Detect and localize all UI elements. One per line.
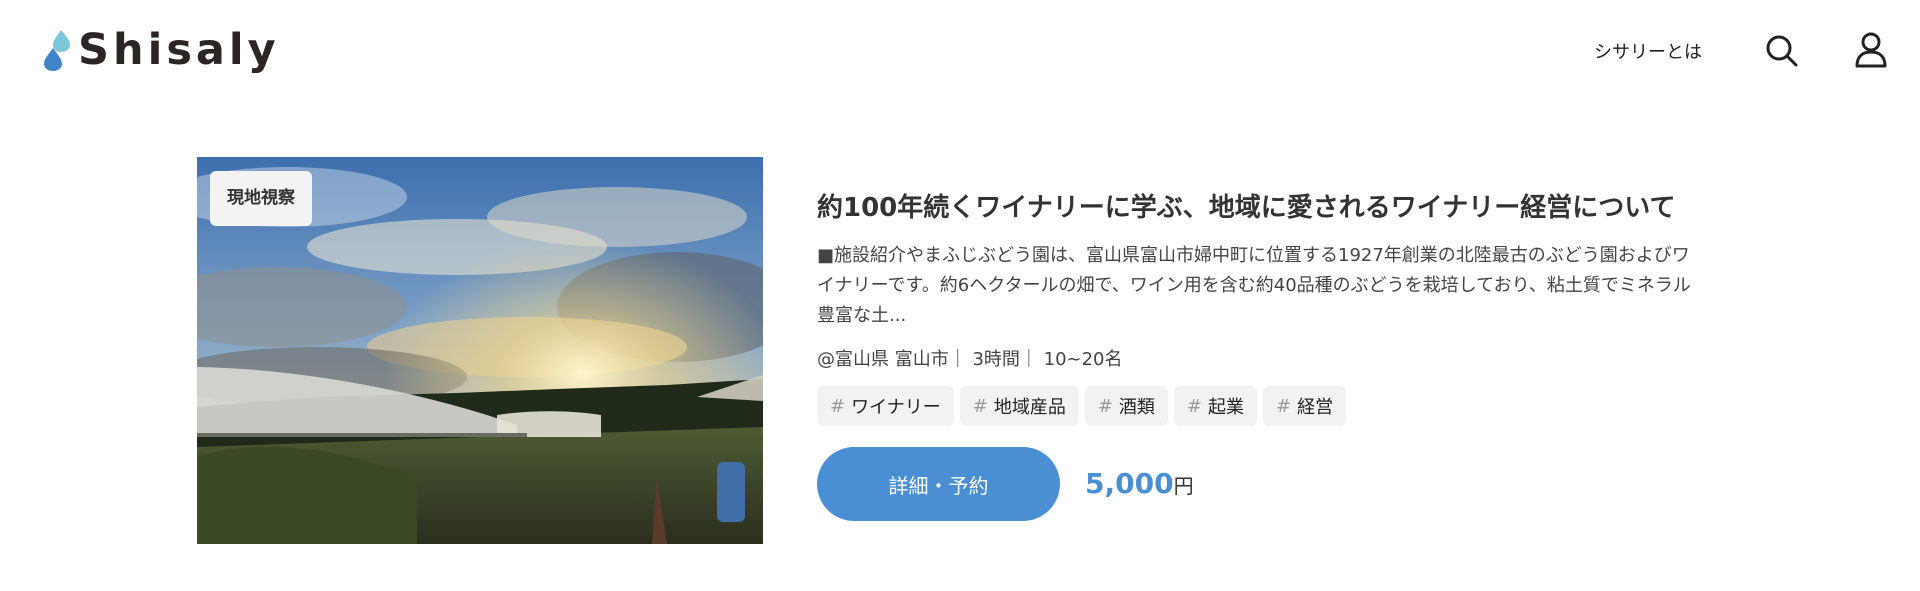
listing-description: ■施設紹介やまふじぶどう園は、富山県富山市婦中町に位置する1927年創業の北陸最… <box>817 245 1691 326</box>
tag-label: 経営 <box>1297 397 1334 418</box>
tag-label: ワイナリー <box>851 397 941 418</box>
listing-photo[interactable]: 現地視察 <box>197 157 763 544</box>
listing-meta: @富山県 富山市｜ 3時間｜ 10~20名 <box>817 349 1123 370</box>
hash-icon: # <box>830 395 846 417</box>
tag-item[interactable]: # ワイナリー <box>817 386 954 426</box>
tag-item[interactable]: # 経営 <box>1263 386 1347 426</box>
logo-text: Shisaly <box>78 25 280 75</box>
logo-mark-icon <box>44 30 70 71</box>
hash-icon: # <box>1097 395 1113 417</box>
tag-label: 起業 <box>1208 397 1245 418</box>
tag-item[interactable]: # 起業 <box>1173 386 1258 426</box>
detail-reserve-button[interactable]: 詳細・予約 <box>817 447 1060 521</box>
hash-icon: # <box>1186 395 1203 417</box>
nav-about-link[interactable]: シサリーとは <box>1594 38 1702 64</box>
price: 5,000円 <box>1085 467 1194 500</box>
tag-item[interactable]: # 酒類 <box>1084 386 1168 426</box>
user-icon[interactable] <box>1854 32 1888 68</box>
search-icon[interactable] <box>1765 34 1799 68</box>
price-value: 5,000 <box>1085 467 1174 500</box>
hash-icon: # <box>1276 395 1292 417</box>
listing-title[interactable]: 約100年続くワイナリーに学ぶ、地域に愛されるワイナリー経営について <box>817 187 1697 224</box>
tag-label: 酒類 <box>1118 397 1155 418</box>
tag-item[interactable]: # 地域産品 <box>959 386 1079 426</box>
site-logo[interactable]: Shisaly <box>42 28 280 72</box>
site-header: Shisaly シサリーとは <box>0 0 1920 100</box>
tag-list: # ワイナリー # 地域産品 # 酒類 # 起業 # 経営 <box>817 386 1347 426</box>
hash-icon: # <box>972 395 988 417</box>
tag-label: 地域産品 <box>993 397 1066 418</box>
category-badge: 現地視察 <box>210 171 312 226</box>
price-unit: 円 <box>1173 474 1194 498</box>
listing-card: 現地視察 約100年続くワイナリーに学ぶ、地域に愛されるワイナリー経営について … <box>197 157 1697 544</box>
